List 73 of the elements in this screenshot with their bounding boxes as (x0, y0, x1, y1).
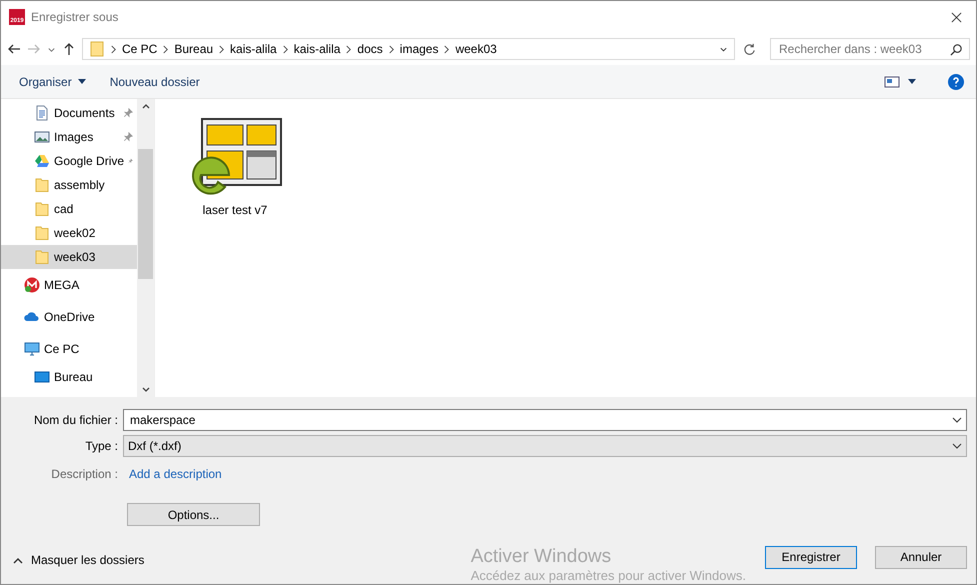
up-arrow-icon[interactable] (62, 42, 76, 56)
file-item[interactable]: laser test v7 (185, 115, 285, 217)
caret-icon (78, 79, 86, 84)
sidebar-item[interactable]: Images (1, 125, 137, 149)
sidebar-item[interactable]: OneDrive (1, 301, 137, 333)
picture-icon (34, 129, 50, 145)
sidebar-item[interactable]: week02 (1, 221, 137, 245)
search-box[interactable]: Rechercher dans : week03 (770, 38, 970, 60)
sidebar-item[interactable]: Google Drive (1, 149, 137, 173)
filename-combo-box[interactable]: makerspace (123, 408, 967, 430)
refresh-icon[interactable] (743, 42, 756, 56)
back-arrow-icon[interactable] (7, 42, 21, 56)
sidebar-item[interactable]: cad (1, 197, 137, 221)
pin-icon[interactable] (123, 108, 133, 118)
sidebar-item[interactable]: MEGA (1, 269, 137, 301)
breadcrumb-item[interactable]: Ce PC (122, 42, 158, 56)
document-icon (34, 105, 50, 121)
folder-icon (34, 201, 50, 217)
filename-field[interactable]: makerspace (128, 412, 952, 428)
chevron-right-icon (218, 44, 226, 54)
add-description-link[interactable]: Add a description (129, 466, 222, 480)
folder-icon (34, 177, 50, 193)
save-button[interactable]: Enregistrer (765, 546, 857, 568)
field-label: Nom du fichier : (32, 412, 119, 426)
chevron-right-icon (443, 44, 450, 54)
hide-folders-toggle[interactable]: Masquer les dossiers (13, 553, 144, 567)
type-dropdown[interactable]: Dxf (*.dxf) (123, 434, 967, 456)
folder-icon (89, 41, 105, 57)
activation-notice-text: Accédez aux paramètres pour activer Windows. (470, 568, 746, 584)
folder-icon (34, 249, 50, 265)
field-label: Description : (50, 466, 119, 480)
scrollbar[interactable] (137, 99, 154, 397)
sidebar-item[interactable]: Ce PC (1, 333, 137, 365)
breadcrumb-item[interactable]: images (400, 42, 438, 56)
breadcrumb-item[interactable]: docs (357, 42, 383, 56)
options-button[interactable]: Options... (127, 503, 260, 526)
folder-icon (34, 225, 50, 241)
field-label: Type : (84, 438, 119, 452)
window-title: Enregistrer sous (31, 10, 120, 24)
chevron-right-icon (345, 44, 352, 54)
help-icon[interactable] (948, 74, 964, 90)
chevron-up-icon (13, 556, 23, 564)
desktop-icon (34, 369, 50, 385)
cancel-button[interactable]: Annuler (875, 546, 967, 568)
pin-icon[interactable] (123, 132, 133, 142)
close-icon[interactable] (951, 12, 962, 22)
sidebar-item[interactable]: week03 (1, 245, 137, 269)
new-folder-button[interactable]: Nouveau dossier (102, 70, 208, 92)
scroll-up-icon[interactable] (142, 103, 150, 109)
chevron-down-icon[interactable] (952, 440, 962, 450)
search-icon (950, 42, 963, 56)
breadcrumb-item[interactable]: kais-alila (294, 42, 340, 56)
breadcrumb-item[interactable]: Bureau (174, 42, 214, 56)
chevron-right-icon (282, 44, 289, 54)
caret-icon[interactable] (908, 79, 916, 84)
mega-logo-icon (24, 277, 40, 293)
chevron-right-icon (162, 44, 170, 54)
sidebar-item[interactable]: Bureau (1, 365, 137, 389)
sidebar-item[interactable]: Documents (1, 101, 137, 125)
view-options-icon[interactable] (884, 76, 900, 88)
scroll-down-icon[interactable] (142, 387, 150, 393)
drive-triangle-icon (34, 153, 50, 169)
breadcrumb-item[interactable]: week03 (455, 42, 497, 56)
chevron-down-icon[interactable] (952, 414, 962, 424)
chevron-right-icon (110, 44, 117, 54)
activation-notice-title: Activer Windows (470, 546, 612, 568)
organize-menu-button[interactable]: Organiser (11, 70, 94, 92)
address-field[interactable]: Ce PC Bureau kais-alila kais-alila docs images week03 (82, 38, 735, 60)
breadcrumb-item[interactable]: kais-alila (230, 42, 277, 56)
monitor-icon (24, 341, 40, 357)
pin-icon[interactable] (128, 156, 133, 166)
chevron-right-icon (388, 44, 395, 54)
sidebar-item[interactable]: assembly (1, 173, 137, 197)
